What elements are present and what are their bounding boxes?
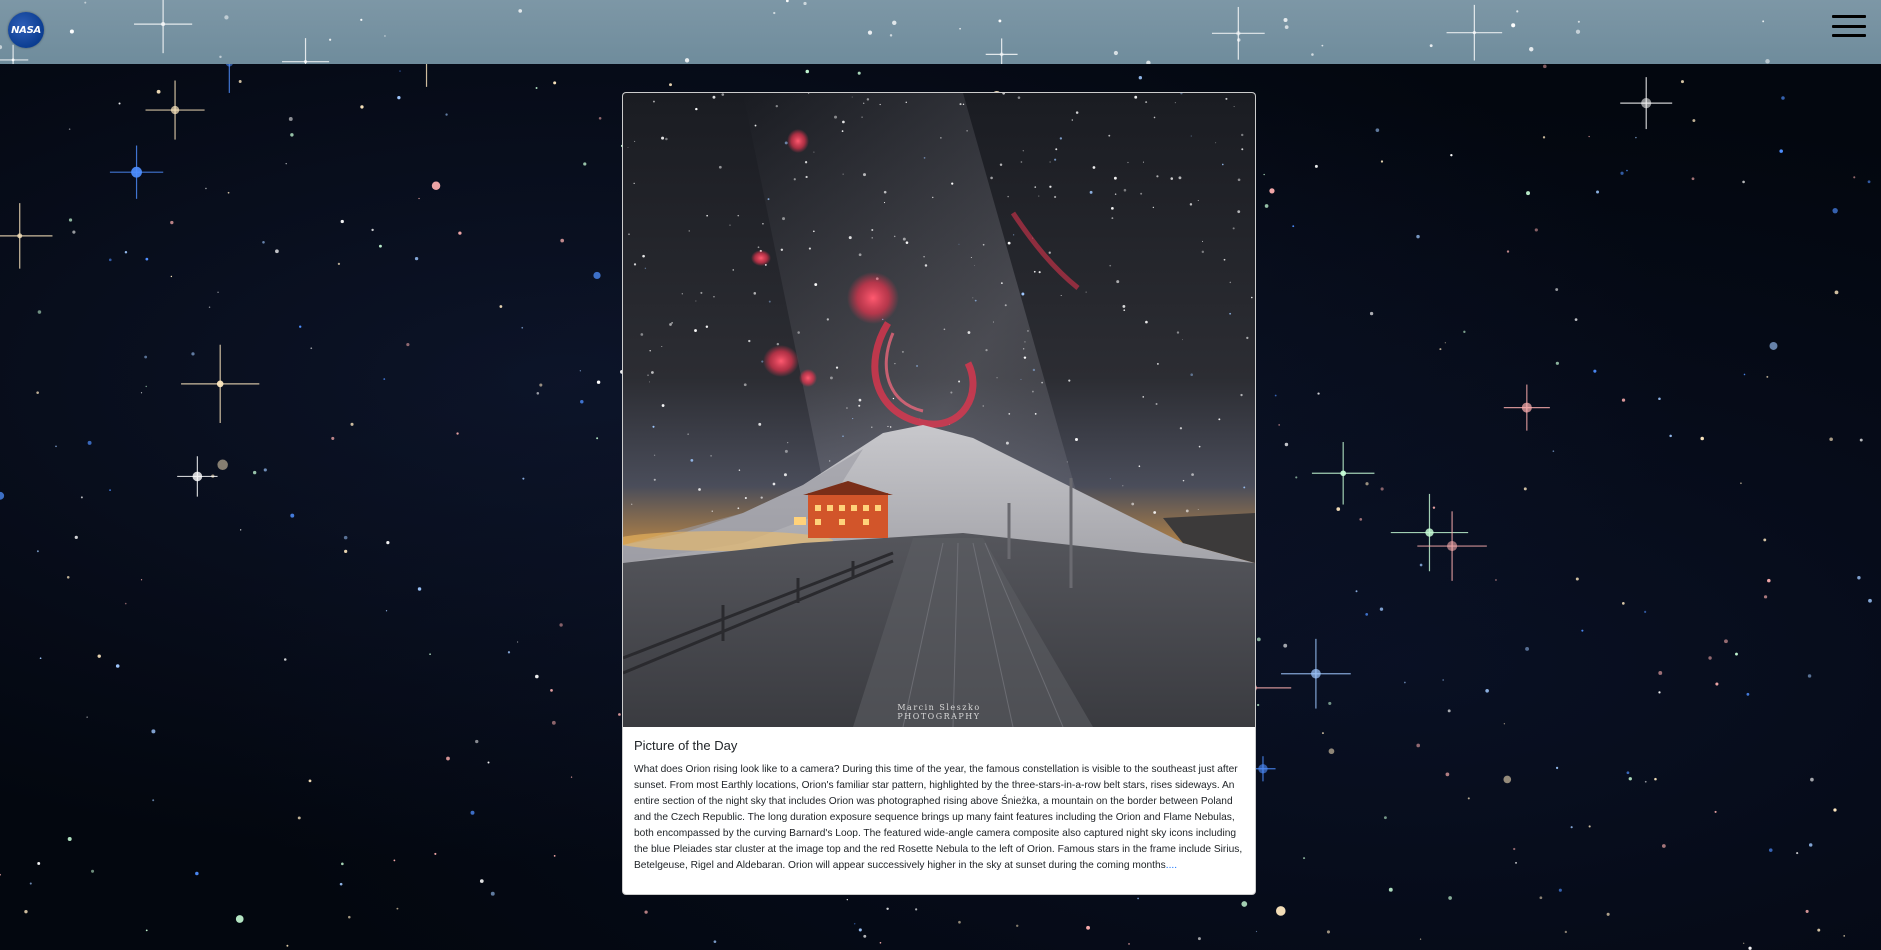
- apod-image[interactable]: Marcin Sleszko PHOTOGRAPHY: [623, 93, 1255, 727]
- header-star-pattern: [0, 0, 1770, 64]
- top-navbar: NASA: [0, 0, 1881, 64]
- apod-card: Marcin Sleszko PHOTOGRAPHY Picture of th…: [622, 92, 1256, 895]
- photo-credit: Marcin Sleszko: [897, 703, 980, 712]
- menu-line: [1832, 15, 1866, 18]
- card-description: What does Orion rising look like to a ca…: [634, 762, 1244, 874]
- card-title: Picture of the Day: [634, 738, 738, 753]
- nasa-logo-icon[interactable]: NASA: [8, 12, 44, 48]
- description-text: What does Orion rising look like to a ca…: [634, 764, 1243, 871]
- hamburger-menu-icon[interactable]: [1832, 15, 1866, 37]
- menu-line: [1832, 24, 1866, 28]
- logo-text: NASA: [11, 24, 41, 36]
- photo-credit-sub: PHOTOGRAPHY: [897, 712, 980, 721]
- read-more-link[interactable]: ....: [1166, 860, 1177, 871]
- card-body: Picture of the Day What does Orion risin…: [623, 727, 1255, 874]
- menu-line: [1832, 34, 1866, 37]
